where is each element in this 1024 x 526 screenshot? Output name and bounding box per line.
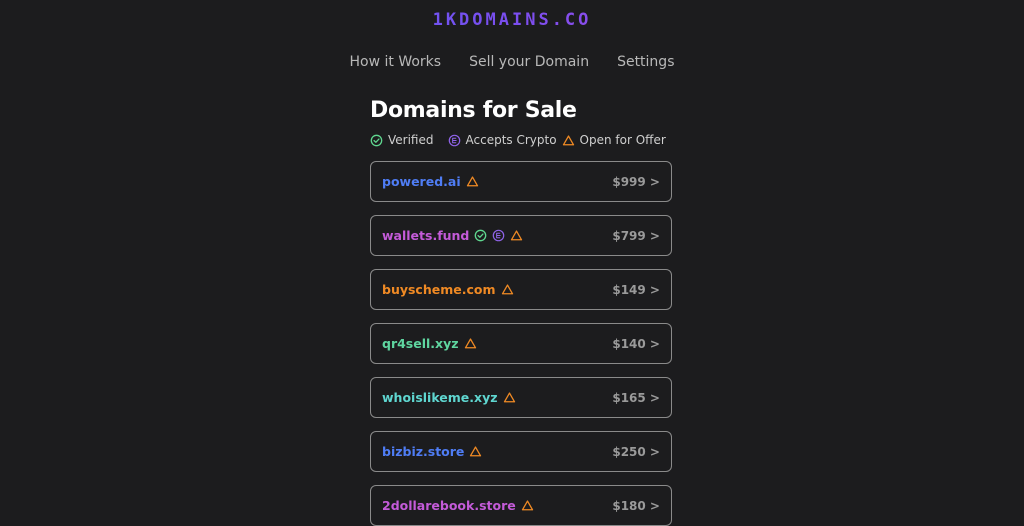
domain-name[interactable]: powered.ai <box>382 174 461 189</box>
domain-name[interactable]: qr4sell.xyz <box>382 336 459 351</box>
domain-card[interactable]: qr4sell.xyz $140 > <box>370 323 672 364</box>
top-nav: How it Works Sell your Domain Settings <box>0 54 1024 70</box>
offer-icon <box>503 391 516 404</box>
domain-name[interactable]: bizbiz.store <box>382 444 464 459</box>
legend-crypto-label: Accepts Crypto <box>465 133 557 147</box>
main-content: Domains for Sale Verified Accepts Crypto… <box>370 98 672 526</box>
domain-name[interactable]: whoislikeme.xyz <box>382 390 498 405</box>
domain-price[interactable]: $799 > <box>612 229 660 243</box>
domain-card[interactable]: whoislikeme.xyz $165 > <box>370 377 672 418</box>
legend-verified-label: Verified <box>388 133 434 147</box>
domain-price[interactable]: $999 > <box>612 175 660 189</box>
domain-price[interactable]: $140 > <box>612 337 660 351</box>
domain-card-left: whoislikeme.xyz <box>382 390 516 405</box>
nav-sell-your-domain[interactable]: Sell your Domain <box>469 54 589 70</box>
domain-card[interactable]: wallets.fund $799 > <box>370 215 672 256</box>
offer-icon <box>521 499 534 512</box>
domain-card[interactable]: 2dollarebook.store $180 > <box>370 485 672 526</box>
domain-card-left: 2dollarebook.store <box>382 498 534 513</box>
domain-card[interactable]: bizbiz.store $250 > <box>370 431 672 472</box>
domain-price[interactable]: $250 > <box>612 445 660 459</box>
domain-card-left: buyscheme.com <box>382 282 514 297</box>
crypto-icon <box>492 229 505 242</box>
domain-price[interactable]: $165 > <box>612 391 660 405</box>
domain-name[interactable]: wallets.fund <box>382 228 469 243</box>
domain-card-left: bizbiz.store <box>382 444 482 459</box>
offer-icon <box>464 337 477 350</box>
verified-icon <box>370 134 383 147</box>
offer-icon <box>469 445 482 458</box>
domain-name[interactable]: buyscheme.com <box>382 282 496 297</box>
domain-card-left: qr4sell.xyz <box>382 336 477 351</box>
offer-icon <box>562 134 575 147</box>
offer-icon <box>466 175 479 188</box>
domain-price[interactable]: $149 > <box>612 283 660 297</box>
page-title: Domains for Sale <box>370 98 577 123</box>
domain-card-left: powered.ai <box>382 174 479 189</box>
legend-offer-label: Open for Offer <box>579 133 666 147</box>
domain-card-left: wallets.fund <box>382 228 523 243</box>
domain-card[interactable]: powered.ai $999 > <box>370 161 672 202</box>
offer-icon <box>501 283 514 296</box>
crypto-icon <box>448 134 461 147</box>
verified-icon <box>474 229 487 242</box>
domain-name[interactable]: 2dollarebook.store <box>382 498 516 513</box>
domain-price[interactable]: $180 > <box>612 499 660 513</box>
site-logo[interactable]: 1KDOMAINS.CO <box>0 10 1024 30</box>
nav-settings[interactable]: Settings <box>617 54 674 70</box>
domain-list: powered.ai $999 > wallets.fund $799 > buysch… <box>370 161 672 526</box>
offer-icon <box>510 229 523 242</box>
domain-card[interactable]: buyscheme.com $149 > <box>370 269 672 310</box>
nav-how-it-works[interactable]: How it Works <box>350 54 442 70</box>
icon-legend: Verified Accepts Crypto Open for Offer <box>370 133 672 147</box>
